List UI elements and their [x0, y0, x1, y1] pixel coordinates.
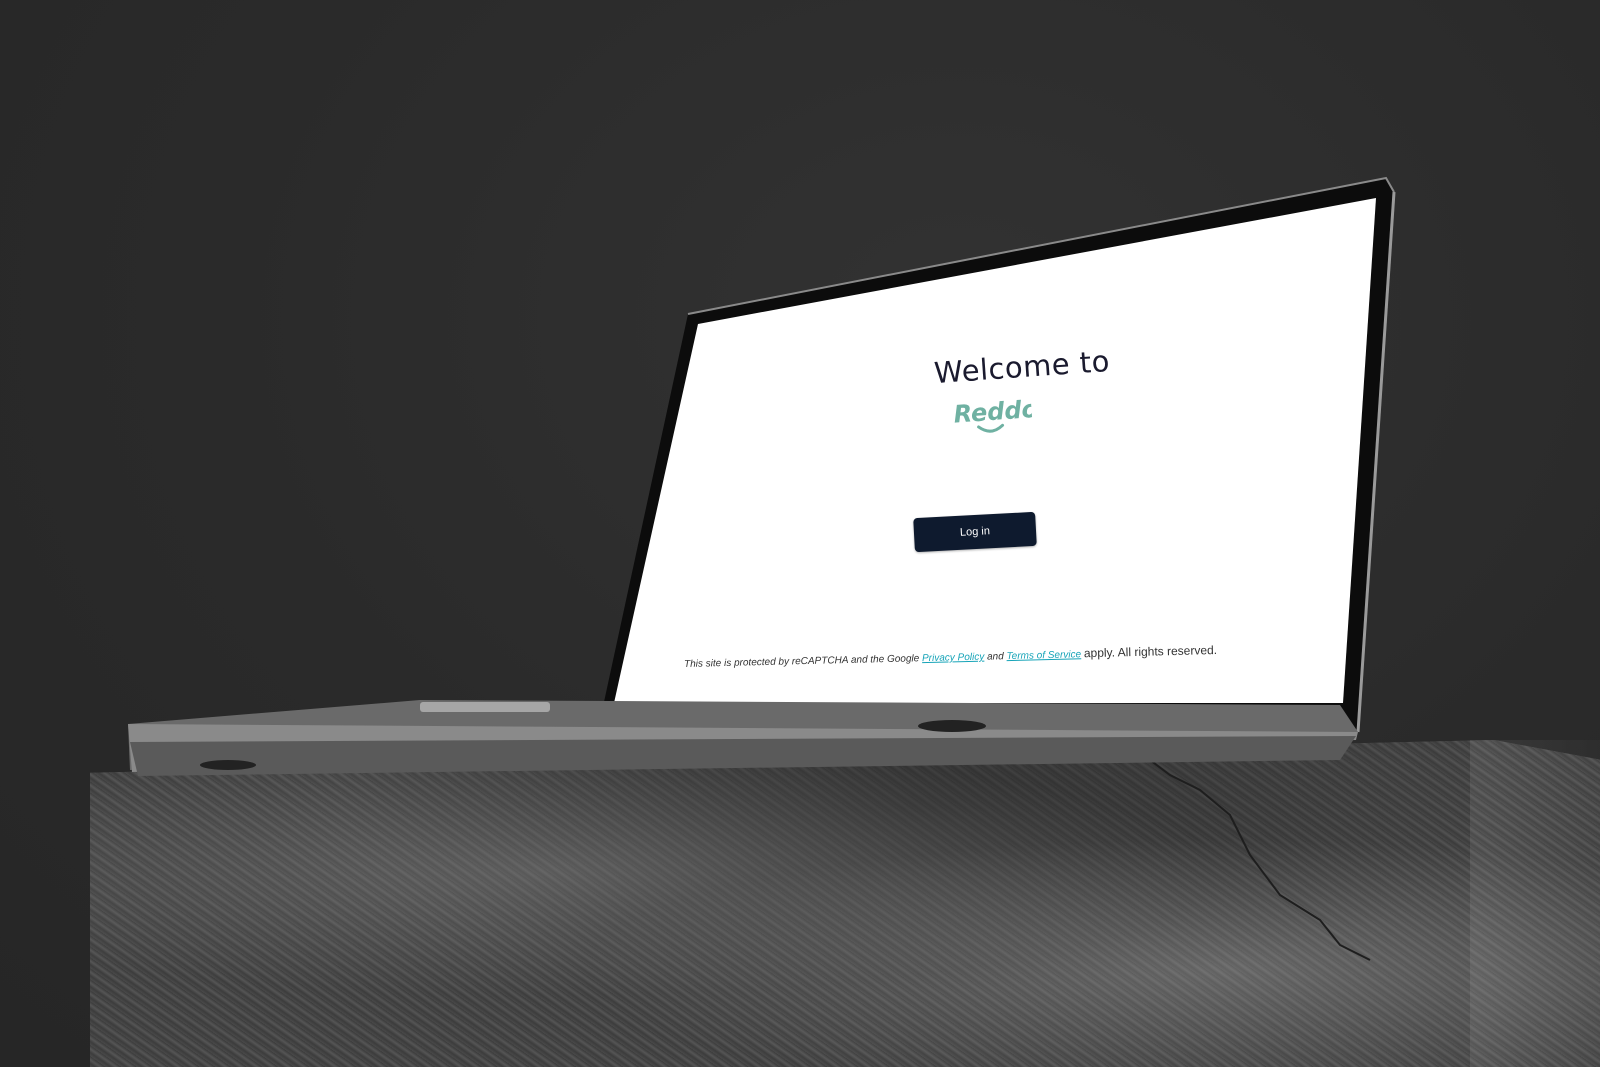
laptop-base-front	[130, 736, 1356, 776]
rights-reserved-text: apply. All rights reserved.	[1083, 642, 1218, 661]
login-page: Welcome to Reddo Log in This site is pro…	[624, 200, 1364, 700]
privacy-policy-link[interactable]: Privacy Policy	[922, 652, 985, 665]
laptop-foot-right	[918, 720, 986, 732]
laptop-foot-left	[200, 760, 256, 770]
recaptcha-prefix: This site is protected by reCAPTCHA and …	[683, 653, 920, 670]
login-button[interactable]: Log in	[913, 511, 1037, 553]
reddo-logo-text: Reddo	[953, 395, 1034, 429]
terms-of-service-link[interactable]: Terms of Service	[1006, 649, 1081, 662]
recaptcha-notice: This site is protected by reCAPTCHA and …	[684, 641, 1284, 670]
mockup-scene: Welcome to Reddo Log in This site is pro…	[0, 0, 1600, 1067]
reddo-logo: Reddo	[953, 395, 1034, 433]
hinge-notch	[420, 702, 550, 712]
and-text: and	[986, 651, 1004, 663]
